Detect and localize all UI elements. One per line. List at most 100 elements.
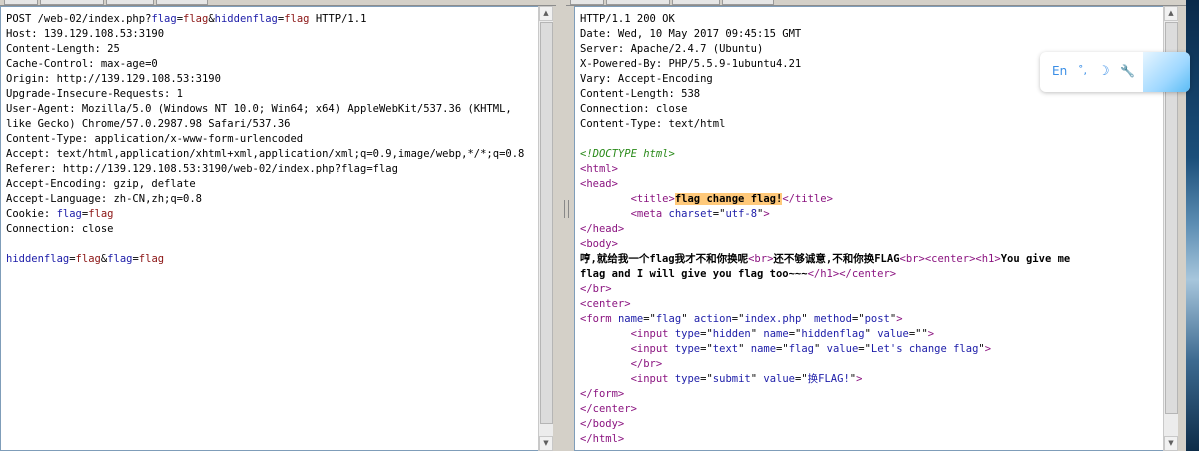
response-token: Vary: Accept-Encoding bbox=[580, 73, 713, 85]
request-token: flag bbox=[107, 253, 133, 265]
response-token: " bbox=[681, 313, 694, 325]
request-token: flag bbox=[151, 13, 177, 25]
response-token: =" bbox=[643, 313, 656, 325]
request-token: Cache-Control: max-age=0 bbox=[6, 58, 158, 70]
response-token: <center> bbox=[924, 253, 976, 265]
response-token: > bbox=[856, 373, 863, 385]
response-token: " bbox=[864, 328, 878, 340]
request-token: flag bbox=[138, 253, 165, 265]
response-token: value bbox=[763, 373, 795, 385]
response-line: <input type="hidden" name="hiddenflag" v… bbox=[580, 327, 1070, 342]
response-token: text bbox=[712, 343, 739, 355]
response-line: 哼,就给我一个flag我才不和你换呢<br>还不够诚意,不和你换FLAG<br>… bbox=[580, 252, 1070, 267]
response-token: name bbox=[750, 343, 777, 355]
request-line: like Gecko) Chrome/57.0.2987.98 Safari/5… bbox=[6, 117, 524, 132]
request-text[interactable]: POST /web-02/index.php?flag=flag&hiddenf… bbox=[6, 12, 524, 267]
request-editor[interactable]: POST /web-02/index.php?flag=flag&hiddenf… bbox=[0, 6, 539, 451]
response-token: </center> bbox=[580, 403, 637, 415]
response-token: post bbox=[864, 313, 890, 325]
response-token: flag change flag! bbox=[674, 193, 783, 205]
response-tab[interactable] bbox=[672, 0, 720, 5]
response-token: =" bbox=[851, 313, 865, 325]
request-token: flag bbox=[56, 208, 82, 220]
response-line: </center> bbox=[580, 402, 1070, 417]
response-token: </br> bbox=[630, 358, 663, 370]
response-token: </title> bbox=[782, 193, 833, 205]
wrench-icon[interactable]: 🔧 bbox=[1120, 64, 1135, 78]
response-line: Content-Length: 538 bbox=[580, 87, 1070, 102]
response-tab[interactable] bbox=[722, 0, 774, 5]
request-token: Cookie: bbox=[6, 208, 57, 220]
response-token: <form bbox=[580, 313, 618, 325]
request-line: Upgrade-Insecure-Requests: 1 bbox=[6, 87, 524, 102]
request-line: Host: 139.129.108.53:3190 bbox=[6, 27, 524, 42]
response-line: Date: Wed, 10 May 2017 09:45:15 GMT bbox=[580, 27, 1070, 42]
response-token: <br> bbox=[748, 253, 774, 265]
response-text[interactable]: HTTP/1.1 200 OK Date: Wed, 10 May 2017 09… bbox=[580, 12, 1070, 447]
response-token: 换FLAG! bbox=[807, 373, 850, 385]
response-token: =" bbox=[700, 328, 713, 340]
response-token: flag bbox=[655, 313, 682, 325]
response-token: type bbox=[674, 343, 701, 355]
response-line: </body> bbox=[580, 417, 1070, 432]
response-tab[interactable] bbox=[570, 0, 604, 5]
response-token: </h1> bbox=[807, 268, 840, 280]
request-line: POST /web-02/index.php?flag=flag&hiddenf… bbox=[6, 12, 524, 27]
request-scrollbar[interactable]: ▲ ▼ bbox=[538, 6, 553, 451]
response-line: </br> bbox=[580, 357, 1070, 372]
scroll-down-button[interactable]: ▼ bbox=[1164, 436, 1178, 451]
split-grip-icon[interactable] bbox=[564, 200, 569, 218]
response-token: 还不够诚意,不和你换FLAG bbox=[773, 253, 900, 265]
request-tab[interactable] bbox=[4, 0, 38, 5]
response-line: </br> bbox=[580, 282, 1070, 297]
scroll-thumb[interactable] bbox=[540, 22, 553, 424]
request-tab[interactable] bbox=[40, 0, 104, 5]
request-line: Cookie: flag=flag bbox=[6, 207, 524, 222]
response-token bbox=[580, 358, 631, 370]
response-token: <input bbox=[630, 373, 675, 385]
response-token: <title> bbox=[630, 193, 675, 205]
request-line: Accept-Encoding: gzip, deflate bbox=[6, 177, 524, 192]
scroll-down-button[interactable]: ▼ bbox=[539, 436, 553, 451]
response-token bbox=[580, 343, 631, 355]
moon-icon[interactable]: ☽ bbox=[1098, 64, 1110, 79]
response-token bbox=[580, 373, 631, 385]
response-line: <input type="text" name="flag" value="Le… bbox=[580, 342, 1070, 357]
response-line: </html> bbox=[580, 432, 1070, 447]
ime-toolbar[interactable]: En ˚, ☽ 🔧 bbox=[1040, 52, 1190, 92]
response-token: =" bbox=[700, 343, 713, 355]
response-token: <center> bbox=[580, 298, 631, 310]
response-token: </br> bbox=[580, 283, 612, 295]
response-line: <form name="flag" action="index.php" met… bbox=[580, 312, 1070, 327]
response-line: Server: Apache/2.4.7 (Ubuntu) bbox=[580, 42, 1070, 57]
response-token: </form> bbox=[580, 388, 625, 400]
scroll-up-button[interactable]: ▲ bbox=[1164, 6, 1178, 21]
response-line bbox=[580, 132, 1070, 147]
request-token: Host: 139.129.108.53:3190 bbox=[6, 28, 165, 40]
response-token bbox=[580, 328, 631, 340]
request-line: Content-Length: 25 bbox=[6, 42, 524, 57]
response-token: " bbox=[814, 343, 827, 355]
response-token: name bbox=[763, 328, 789, 340]
response-token: Server: Apache/2.4.7 (Ubuntu) bbox=[580, 43, 764, 55]
response-tab[interactable] bbox=[606, 0, 670, 5]
request-token: Accept: text/html,application/xhtml+xml,… bbox=[6, 148, 525, 160]
response-token: =" bbox=[712, 208, 726, 220]
scroll-up-button[interactable]: ▲ bbox=[539, 6, 553, 21]
response-line: </head> bbox=[580, 222, 1070, 237]
response-line: <meta charset="utf-8"> bbox=[580, 207, 1070, 222]
split-divider[interactable] bbox=[556, 0, 566, 451]
response-token: =" bbox=[700, 373, 713, 385]
request-token: User-Agent: Mozilla/5.0 (Windows NT 10.0… bbox=[6, 103, 512, 115]
request-line: hiddenflag=flag&flag=flag bbox=[6, 252, 524, 267]
request-tab[interactable] bbox=[156, 0, 208, 5]
response-token: " bbox=[801, 313, 814, 325]
request-tab[interactable] bbox=[106, 0, 154, 5]
request-line bbox=[6, 237, 524, 252]
response-token: Date: Wed, 10 May 2017 09:45:15 GMT bbox=[580, 28, 802, 40]
request-token: flag bbox=[88, 208, 114, 220]
punctuation-icon[interactable]: ˚, bbox=[1078, 64, 1087, 77]
response-token: <!DOCTYPE html> bbox=[580, 148, 675, 160]
response-token: <br> bbox=[899, 253, 925, 265]
ime-language-toggle[interactable]: En bbox=[1052, 64, 1067, 78]
